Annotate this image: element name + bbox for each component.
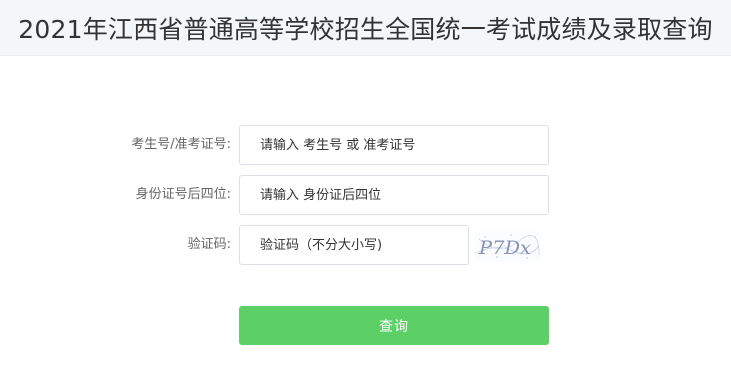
id-last4-label: 身份证号后四位:	[135, 187, 231, 202]
query-button[interactable]: 查询	[239, 306, 549, 345]
page-header: 2021年江西省普通高等学校招生全国统一考试成绩及录取查询	[0, 0, 731, 56]
exam-id-label: 考生号/准考证号:	[131, 137, 231, 152]
captcha-text: P7Dx	[478, 237, 531, 259]
captcha-input[interactable]	[239, 225, 469, 265]
page-title: 2021年江西省普通高等学校招生全国统一考试成绩及录取查询	[18, 14, 713, 44]
captcha-image[interactable]: P7Dx	[475, 231, 541, 261]
exam-id-input[interactable]	[239, 125, 549, 165]
exam-id-row: 考生号/准考证号:	[0, 125, 731, 165]
captcha-label: 验证码:	[187, 237, 231, 252]
captcha-row: 验证码: P7Dx	[0, 225, 731, 265]
id-last4-input[interactable]	[239, 175, 549, 215]
id-last4-row: 身份证号后四位:	[0, 175, 731, 215]
